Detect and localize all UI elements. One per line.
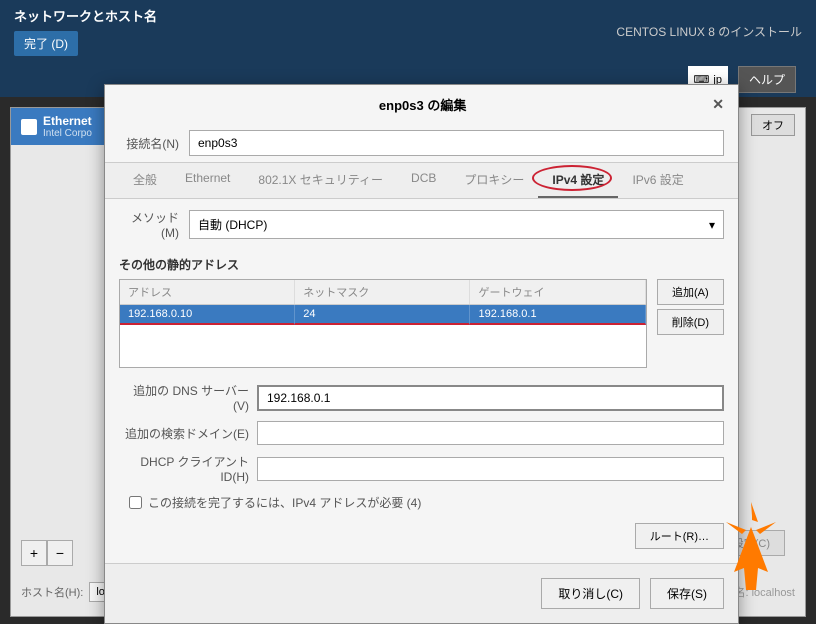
tab-ipv6[interactable]: IPv6 設定 (618, 163, 697, 198)
tab-proxy[interactable]: プロキシー (450, 163, 538, 198)
td-gateway: 192.168.0.1 (470, 305, 645, 325)
tab-dcb[interactable]: DCB (397, 163, 450, 198)
delete-address-button[interactable]: 削除(D) (657, 309, 724, 335)
close-icon[interactable]: ✕ (712, 96, 724, 113)
top-header: ネットワークとホスト名 完了 (D) CENTOS LINUX 8 のインストー… (0, 0, 816, 62)
route-button[interactable]: ルート(R)… (635, 523, 724, 549)
search-domain-input[interactable] (257, 421, 724, 445)
td-netmask: 24 (295, 305, 470, 325)
address-table: アドレス ネットマスク ゲートウェイ 192.168.0.10 24 192.1… (119, 279, 647, 368)
chevron-down-icon: ▾ (709, 218, 715, 232)
remove-device-button[interactable]: − (47, 540, 73, 566)
install-title: CENTOS LINUX 8 のインストール (616, 23, 802, 40)
off-toggle[interactable]: オフ (751, 114, 795, 136)
tab-general[interactable]: 全般 (119, 163, 171, 198)
cancel-button[interactable]: 取り消し(C) (541, 578, 640, 609)
tabs: 全般 Ethernet 802.1X セキュリティー DCB プロキシー IPv… (105, 162, 738, 199)
tab-security[interactable]: 802.1X セキュリティー (244, 163, 397, 198)
search-domain-label: 追加の検索ドメイン(E) (119, 425, 249, 442)
static-addr-title: その他の静的アドレス (105, 250, 738, 279)
save-button[interactable]: 保存(S) (650, 578, 724, 609)
dns-label: 追加の DNS サーバー(V) (119, 382, 249, 413)
connection-name-label: 接続名(N) (119, 135, 179, 152)
add-address-button[interactable]: 追加(A) (657, 279, 724, 305)
dns-input[interactable] (257, 385, 724, 411)
page-title: ネットワークとホスト名 (14, 6, 157, 25)
tab-ipv4[interactable]: IPv4 設定 (538, 163, 618, 198)
th-gateway: ゲートウェイ (470, 280, 645, 304)
th-address: アドレス (120, 280, 295, 304)
method-label: メソッド(M) (119, 209, 179, 240)
require-ipv4-label: この接続を完了するには、IPv4 アドレスが必要 (4) (148, 494, 421, 511)
th-netmask: ネットマスク (295, 280, 470, 304)
done-button[interactable]: 完了 (D) (14, 31, 78, 56)
dhcp-client-input[interactable] (257, 457, 724, 481)
td-address: 192.168.0.10 (120, 305, 295, 325)
add-device-button[interactable]: + (21, 540, 47, 566)
device-name: Ethernet (43, 114, 92, 128)
hostname-label: ホスト名(H): (21, 584, 83, 600)
help-button[interactable]: ヘルプ (738, 66, 796, 93)
tab-ethernet[interactable]: Ethernet (171, 163, 244, 198)
device-sub: Intel Corpo (43, 128, 92, 139)
network-icon (21, 119, 37, 135)
dialog-title: enp0s3 の編集 (379, 95, 466, 114)
require-ipv4-checkbox[interactable] (129, 496, 142, 509)
table-row[interactable]: 192.168.0.10 24 192.168.0.1 (120, 305, 646, 325)
dhcp-client-label: DHCP クライアント ID(H) (119, 453, 249, 484)
method-select[interactable]: 自動 (DHCP) ▾ (189, 210, 724, 239)
edit-connection-dialog: enp0s3 の編集 ✕ 接続名(N) 全般 Ethernet 802.1X セ… (104, 84, 739, 624)
connection-name-input[interactable] (189, 130, 724, 156)
